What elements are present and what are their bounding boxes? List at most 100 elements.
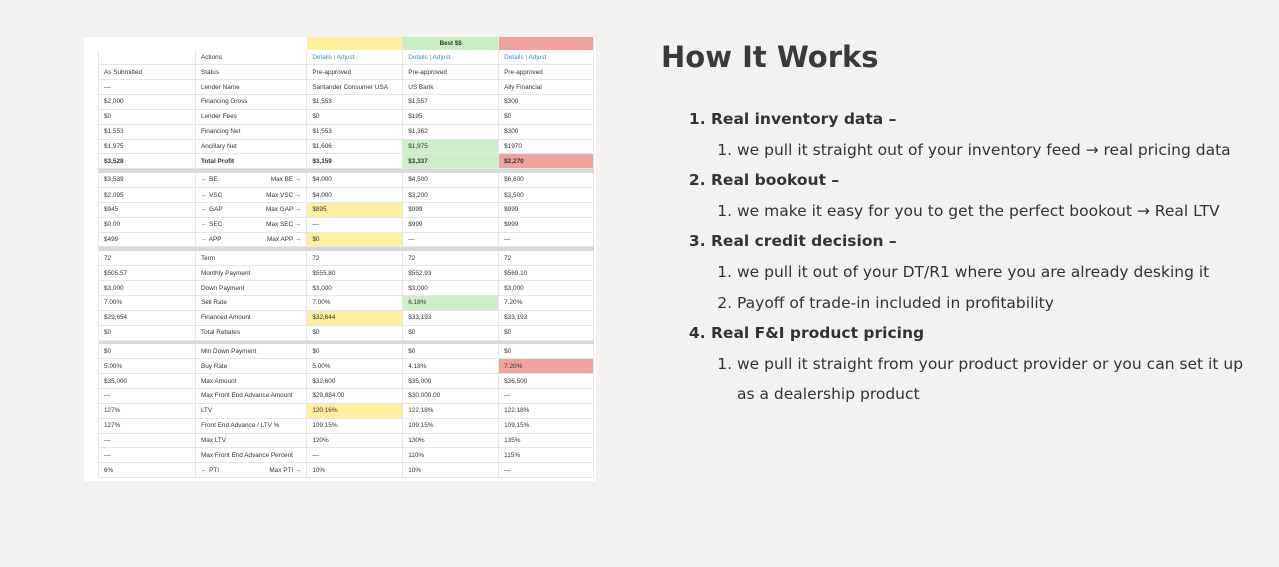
table-cell: $3,000 <box>498 280 594 296</box>
table-cell: $0 <box>98 109 196 125</box>
details-link[interactable]: Details <box>504 54 524 61</box>
table-cell: $1,557 <box>402 94 500 110</box>
table-cell: — <box>306 217 404 233</box>
table-cell: 122.18% <box>498 403 594 419</box>
lender-header-3 <box>498 37 594 50</box>
table-cell: $0 <box>498 325 594 341</box>
table-cell: — <box>498 388 594 404</box>
table-cell: — <box>402 232 500 248</box>
table-row: $29,654 Financed Amount $32,644 $33,193 $33,… <box>98 310 594 326</box>
link-separator: | <box>333 53 336 61</box>
table-cell: — <box>306 447 404 464</box>
lender-header-1 <box>306 37 404 50</box>
table-row: — Lender Name Santander Consumer USA US Ban… <box>98 79 594 96</box>
table-cell: Max Front End Advance Percent <box>195 447 308 464</box>
table-cell: $999 <box>402 202 500 218</box>
table-cell: ← GAP Max GAP → <box>195 202 308 218</box>
table-cell: Monthly Payment <box>195 265 308 282</box>
table-cell: $2,095 <box>98 187 196 203</box>
feature-item: Real F&I product pricing we pull it strai… <box>711 318 1261 410</box>
table-cell: 120% <box>306 433 404 449</box>
adjust-link[interactable]: Adjust <box>433 54 451 61</box>
feature-item: Real bookout – we make it easy for you to… <box>711 165 1261 226</box>
table-row: 6% ← PTI Max PTI → 10% 10% — <box>98 462 594 479</box>
range-label: ← APP Max APP → <box>201 236 306 243</box>
table-cell: $1,606 <box>306 139 404 155</box>
table-cell: — <box>98 447 196 464</box>
table-cell: $1,975 <box>98 139 196 155</box>
table-row: $3,539 ← BE Max BE → $4,000 $4,500 $6,600 <box>98 172 594 189</box>
table-cell: $0 <box>306 325 404 341</box>
table-cell: $1,553 <box>306 94 404 110</box>
min-label: ← GAP <box>200 206 223 214</box>
table-cell: ← SEC Max SEC → <box>195 217 308 233</box>
table-row: $1,975 Ancillary Net $1,606 $1,975 $1970 <box>98 139 594 155</box>
table-row: — Max LTV 120% 130% 135% <box>98 433 594 449</box>
table-cell: $0 <box>498 109 594 125</box>
table-row: $1,553 Financing Net $1,553 $1,362 $300 <box>98 124 594 140</box>
table-cell: Actions <box>195 50 308 66</box>
table-cell: LTV <box>195 403 308 419</box>
table-cell: 115% <box>498 447 594 464</box>
feature-title: Real F&I product pricing <box>711 324 925 343</box>
table-cell: $4,500 <box>402 172 500 189</box>
table-cell: Total Rebates <box>195 325 308 341</box>
table-cell: $3,500 <box>498 187 594 203</box>
table-cell: $1,362 <box>402 124 500 140</box>
feature-detail: we make it easy for you to get the perfe… <box>737 196 1261 227</box>
adjust-link[interactable]: Adjust <box>337 54 355 61</box>
table-row: $0 Lender Fees $0 $195 $0 <box>98 109 594 125</box>
table-cell: 10% <box>402 462 500 479</box>
table-cell: Status <box>195 64 308 81</box>
table-cell: $2,270 <box>498 153 594 170</box>
adjust-link[interactable]: Adjust <box>529 54 547 61</box>
table-cell: $999 <box>402 217 500 233</box>
deal-comparison-screenshot: Best $$ Actions Details | Adjust Details |… <box>84 37 596 481</box>
table-cell: Min Down Payment <box>195 344 308 360</box>
min-label: ← SEC <box>200 221 223 229</box>
link-separator: | <box>525 53 528 61</box>
table-cell: 127% <box>98 403 196 419</box>
table-cell: $35,000 <box>402 373 500 390</box>
details-link[interactable]: Details <box>408 54 428 61</box>
table-cell: Lender Name <box>195 79 308 96</box>
table-cell: $505.57 <box>98 265 196 282</box>
lender-header-best: Best $$ <box>402 37 500 50</box>
table-cell: 4.18% <box>402 358 500 375</box>
table-cell: Max Front End Advance Amount <box>195 388 308 404</box>
range-label: ← VSC Max VSC → <box>201 192 306 199</box>
max-label: Max APP → <box>266 236 302 244</box>
table-row: $3,000 Down Payment $3,000 $3,000 $3,000 <box>98 280 594 296</box>
table-cell: Financing Gross <box>195 94 308 110</box>
table-cell: 120.16% <box>306 403 404 419</box>
table-cell: 110% <box>402 447 500 464</box>
details-link[interactable]: Details <box>312 54 332 61</box>
table-row: $499 ← APP Max APP → $0— — <box>98 232 594 248</box>
table-cell: $300 <box>498 94 594 110</box>
table-row: As Submitted Status Pre-approved Pre-approv… <box>98 64 594 81</box>
table-cell: 109.15% <box>498 418 594 434</box>
features-list: Real inventory data – we pull it straight… <box>661 104 1261 410</box>
table-cell: Financing Net <box>195 124 308 140</box>
table-cell: 122.18% <box>402 403 500 419</box>
table-cell: 72 <box>402 250 500 267</box>
table-cell: $0 <box>98 344 196 360</box>
page-title: How It Works <box>661 40 879 74</box>
table-cell: Santander Consumer USA <box>306 79 404 96</box>
table-cell: 5.00% <box>306 358 404 375</box>
table-cell: $0 <box>306 344 404 360</box>
table-cell: Sell Rate <box>195 295 308 311</box>
range-label: ← GAP Max GAP → <box>201 206 306 213</box>
table-row: $945 ← GAP Max GAP → $895 $999 $999 <box>98 202 594 218</box>
table-cell: $32,644 <box>306 310 404 326</box>
table-cell: $0 <box>306 232 404 248</box>
table-row: — Max Front End Advance Percent —110% 115% <box>98 447 594 464</box>
table-cell: — <box>498 462 594 479</box>
table-cell: $6,600 <box>498 172 594 189</box>
table-cell: Term <box>195 250 308 267</box>
table-cell: Pre-approved <box>402 64 500 81</box>
feature-details: we pull it straight out of your inventor… <box>711 135 1261 166</box>
feature-title: Real bookout – <box>711 171 840 190</box>
max-label: Max PTI → <box>269 466 302 474</box>
table-cell: $3,000 <box>98 280 196 296</box>
